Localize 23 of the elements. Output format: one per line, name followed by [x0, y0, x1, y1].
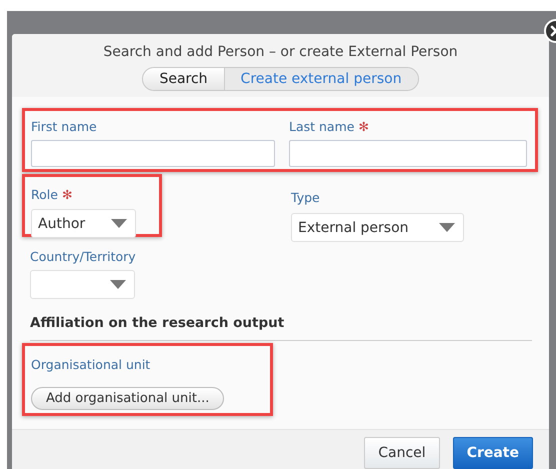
required-mark: ✻ — [62, 187, 72, 202]
type-dropdown[interactable]: External person — [291, 213, 464, 242]
tab[interactable]: Search — [143, 68, 225, 90]
input-field[interactable] — [289, 140, 527, 167]
section-heading: Affiliation on the research output — [30, 315, 532, 341]
field-label: Country/Territory — [30, 249, 136, 264]
caret-icon — [111, 219, 127, 228]
input-field[interactable] — [31, 140, 275, 167]
field-label: Organisational unit — [31, 357, 150, 372]
create-button[interactable]: Create — [452, 437, 533, 469]
cancel-button[interactable]: Cancel — [364, 437, 440, 469]
dialog-title: Search and add Person – or create External Person — [103, 44, 458, 60]
field-label: Type — [291, 190, 320, 205]
caret-icon — [110, 280, 126, 289]
field-label: First name — [31, 119, 98, 134]
add-unit-button[interactable]: Add organisational unit... — [31, 387, 224, 410]
field-label: Last name — [289, 119, 354, 134]
caret-icon — [439, 223, 455, 232]
tab[interactable]: Create external person — [224, 68, 418, 90]
field-label: Role — [31, 187, 58, 202]
country-dropdown[interactable] — [30, 270, 135, 299]
required-mark: ✻ — [358, 119, 369, 134]
role-dropdown[interactable]: Author — [31, 209, 136, 238]
